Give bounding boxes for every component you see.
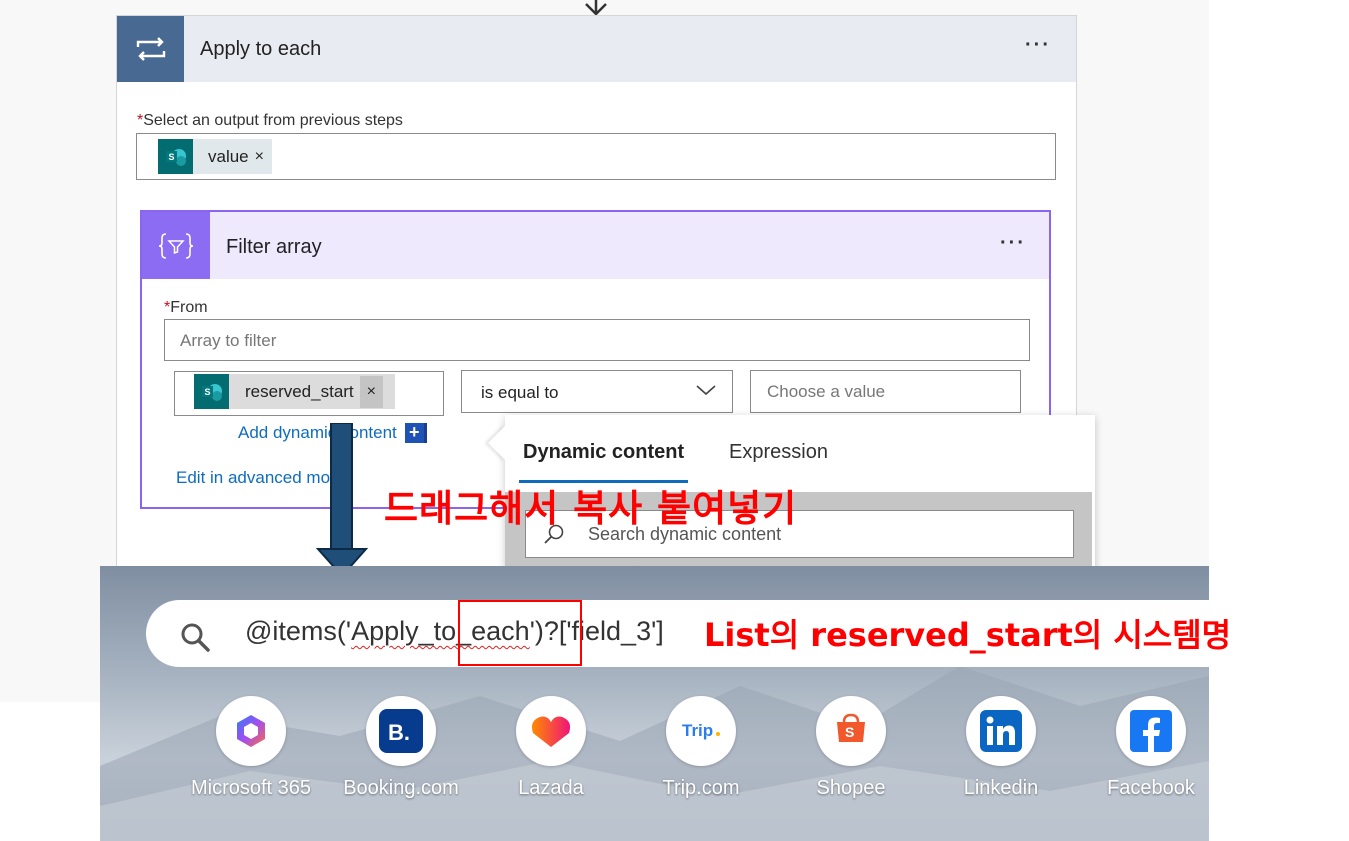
- sharepoint-icon: S: [158, 139, 193, 174]
- filter-icon: [142, 212, 210, 279]
- sharepoint-icon: S: [194, 374, 229, 409]
- add-dynamic-plus-icon[interactable]: +: [404, 423, 427, 443]
- chevron-down-icon: [696, 385, 716, 396]
- shortcut-facebook[interactable]: Facebook: [1076, 696, 1209, 800]
- apply-to-each-header[interactable]: Apply to each ···: [117, 16, 1076, 82]
- drag-copy-annotation: 드래그해서 복사 붙여넣기: [384, 487, 798, 530]
- from-input[interactable]: Array to filter: [164, 319, 1030, 361]
- trip-icon: Trip: [666, 696, 736, 766]
- filter-array-header[interactable]: Filter array ···: [142, 212, 1049, 279]
- shortcut-label: Linkedin: [963, 777, 1039, 799]
- shopee-icon: S: [816, 696, 886, 766]
- tab-dynamic-content[interactable]: Dynamic content: [523, 441, 684, 464]
- shortcut-shopee[interactable]: S Shopee: [776, 696, 926, 800]
- microsoft-365-icon: [216, 696, 286, 766]
- svg-text:S: S: [204, 387, 210, 397]
- svg-text:S: S: [168, 152, 174, 162]
- loop-icon: [117, 16, 184, 82]
- reserved-start-remove-button[interactable]: ×: [359, 375, 384, 408]
- shortcut-lazada[interactable]: Lazada: [476, 696, 626, 800]
- svg-text:S: S: [845, 724, 854, 740]
- screenshot-stage: Apply to each ··· *Select an output from…: [0, 0, 1349, 841]
- select-output-label-text: Select an output from previous steps: [143, 112, 403, 129]
- browser-new-tab: @items('Apply_to_each')?['field_3'] Micr…: [100, 566, 1209, 841]
- shortcut-linkedin[interactable]: Linkedin: [926, 696, 1076, 800]
- booking-icon: B.: [366, 696, 436, 766]
- down-arrow-annotation-icon: [316, 423, 368, 578]
- from-label-text: From: [170, 299, 208, 316]
- lazada-icon: [516, 696, 586, 766]
- from-label: *From: [164, 299, 208, 317]
- apply-more-options-button[interactable]: ···: [1025, 34, 1051, 57]
- condition-right-operand[interactable]: Choose a value: [750, 370, 1021, 413]
- shortcut-label: Shopee: [816, 777, 886, 799]
- shortcut-label: Trip.com: [662, 777, 740, 799]
- shortcut-label: Booking.com: [343, 777, 459, 799]
- connector-arrow-icon: [585, 0, 607, 16]
- address-text: @items('Apply_to_each')?['field_3']: [245, 616, 664, 647]
- svg-text:B.: B.: [388, 720, 410, 745]
- value-token-remove-button[interactable]: ×: [255, 148, 272, 166]
- field-3-highlight-box: [458, 600, 582, 666]
- address-prefix: @items(': [245, 616, 352, 646]
- svg-text:Trip: Trip: [682, 721, 713, 740]
- linkedin-icon: [966, 696, 1036, 766]
- operator-value: is equal to: [481, 383, 559, 402]
- value-token[interactable]: S value ×: [158, 139, 272, 174]
- apply-to-each-title: Apply to each: [200, 38, 322, 60]
- filter-more-options-button[interactable]: ···: [1000, 232, 1026, 255]
- value-token-label: value: [208, 146, 249, 166]
- select-output-label: *Select an output from previous steps: [137, 112, 403, 130]
- operator-dropdown[interactable]: is equal to: [461, 370, 733, 413]
- system-name-annotation: List의 reserved_start의 시스템명: [704, 616, 1232, 654]
- shortcut-label: Facebook: [1107, 777, 1195, 799]
- shortcut-booking[interactable]: B. Booking.com: [326, 696, 476, 800]
- facebook-icon: [1116, 696, 1186, 766]
- shortcut-microsoft-365[interactable]: Microsoft 365: [176, 696, 326, 800]
- tab-expression[interactable]: Expression: [729, 441, 828, 464]
- filter-array-title: Filter array: [226, 236, 322, 258]
- shortcut-label: Microsoft 365: [190, 777, 312, 799]
- search-icon: [181, 623, 210, 652]
- shortcut-label: Lazada: [518, 777, 584, 799]
- select-output-input[interactable]: S value ×: [136, 133, 1056, 180]
- condition-left-operand[interactable]: S reserved_start ×: [174, 371, 444, 416]
- shortcut-trip[interactable]: Trip Trip.com: [626, 696, 776, 800]
- reserved-start-token-label: reserved_start: [245, 381, 354, 401]
- reserved-start-token[interactable]: S reserved_start ×: [194, 374, 396, 409]
